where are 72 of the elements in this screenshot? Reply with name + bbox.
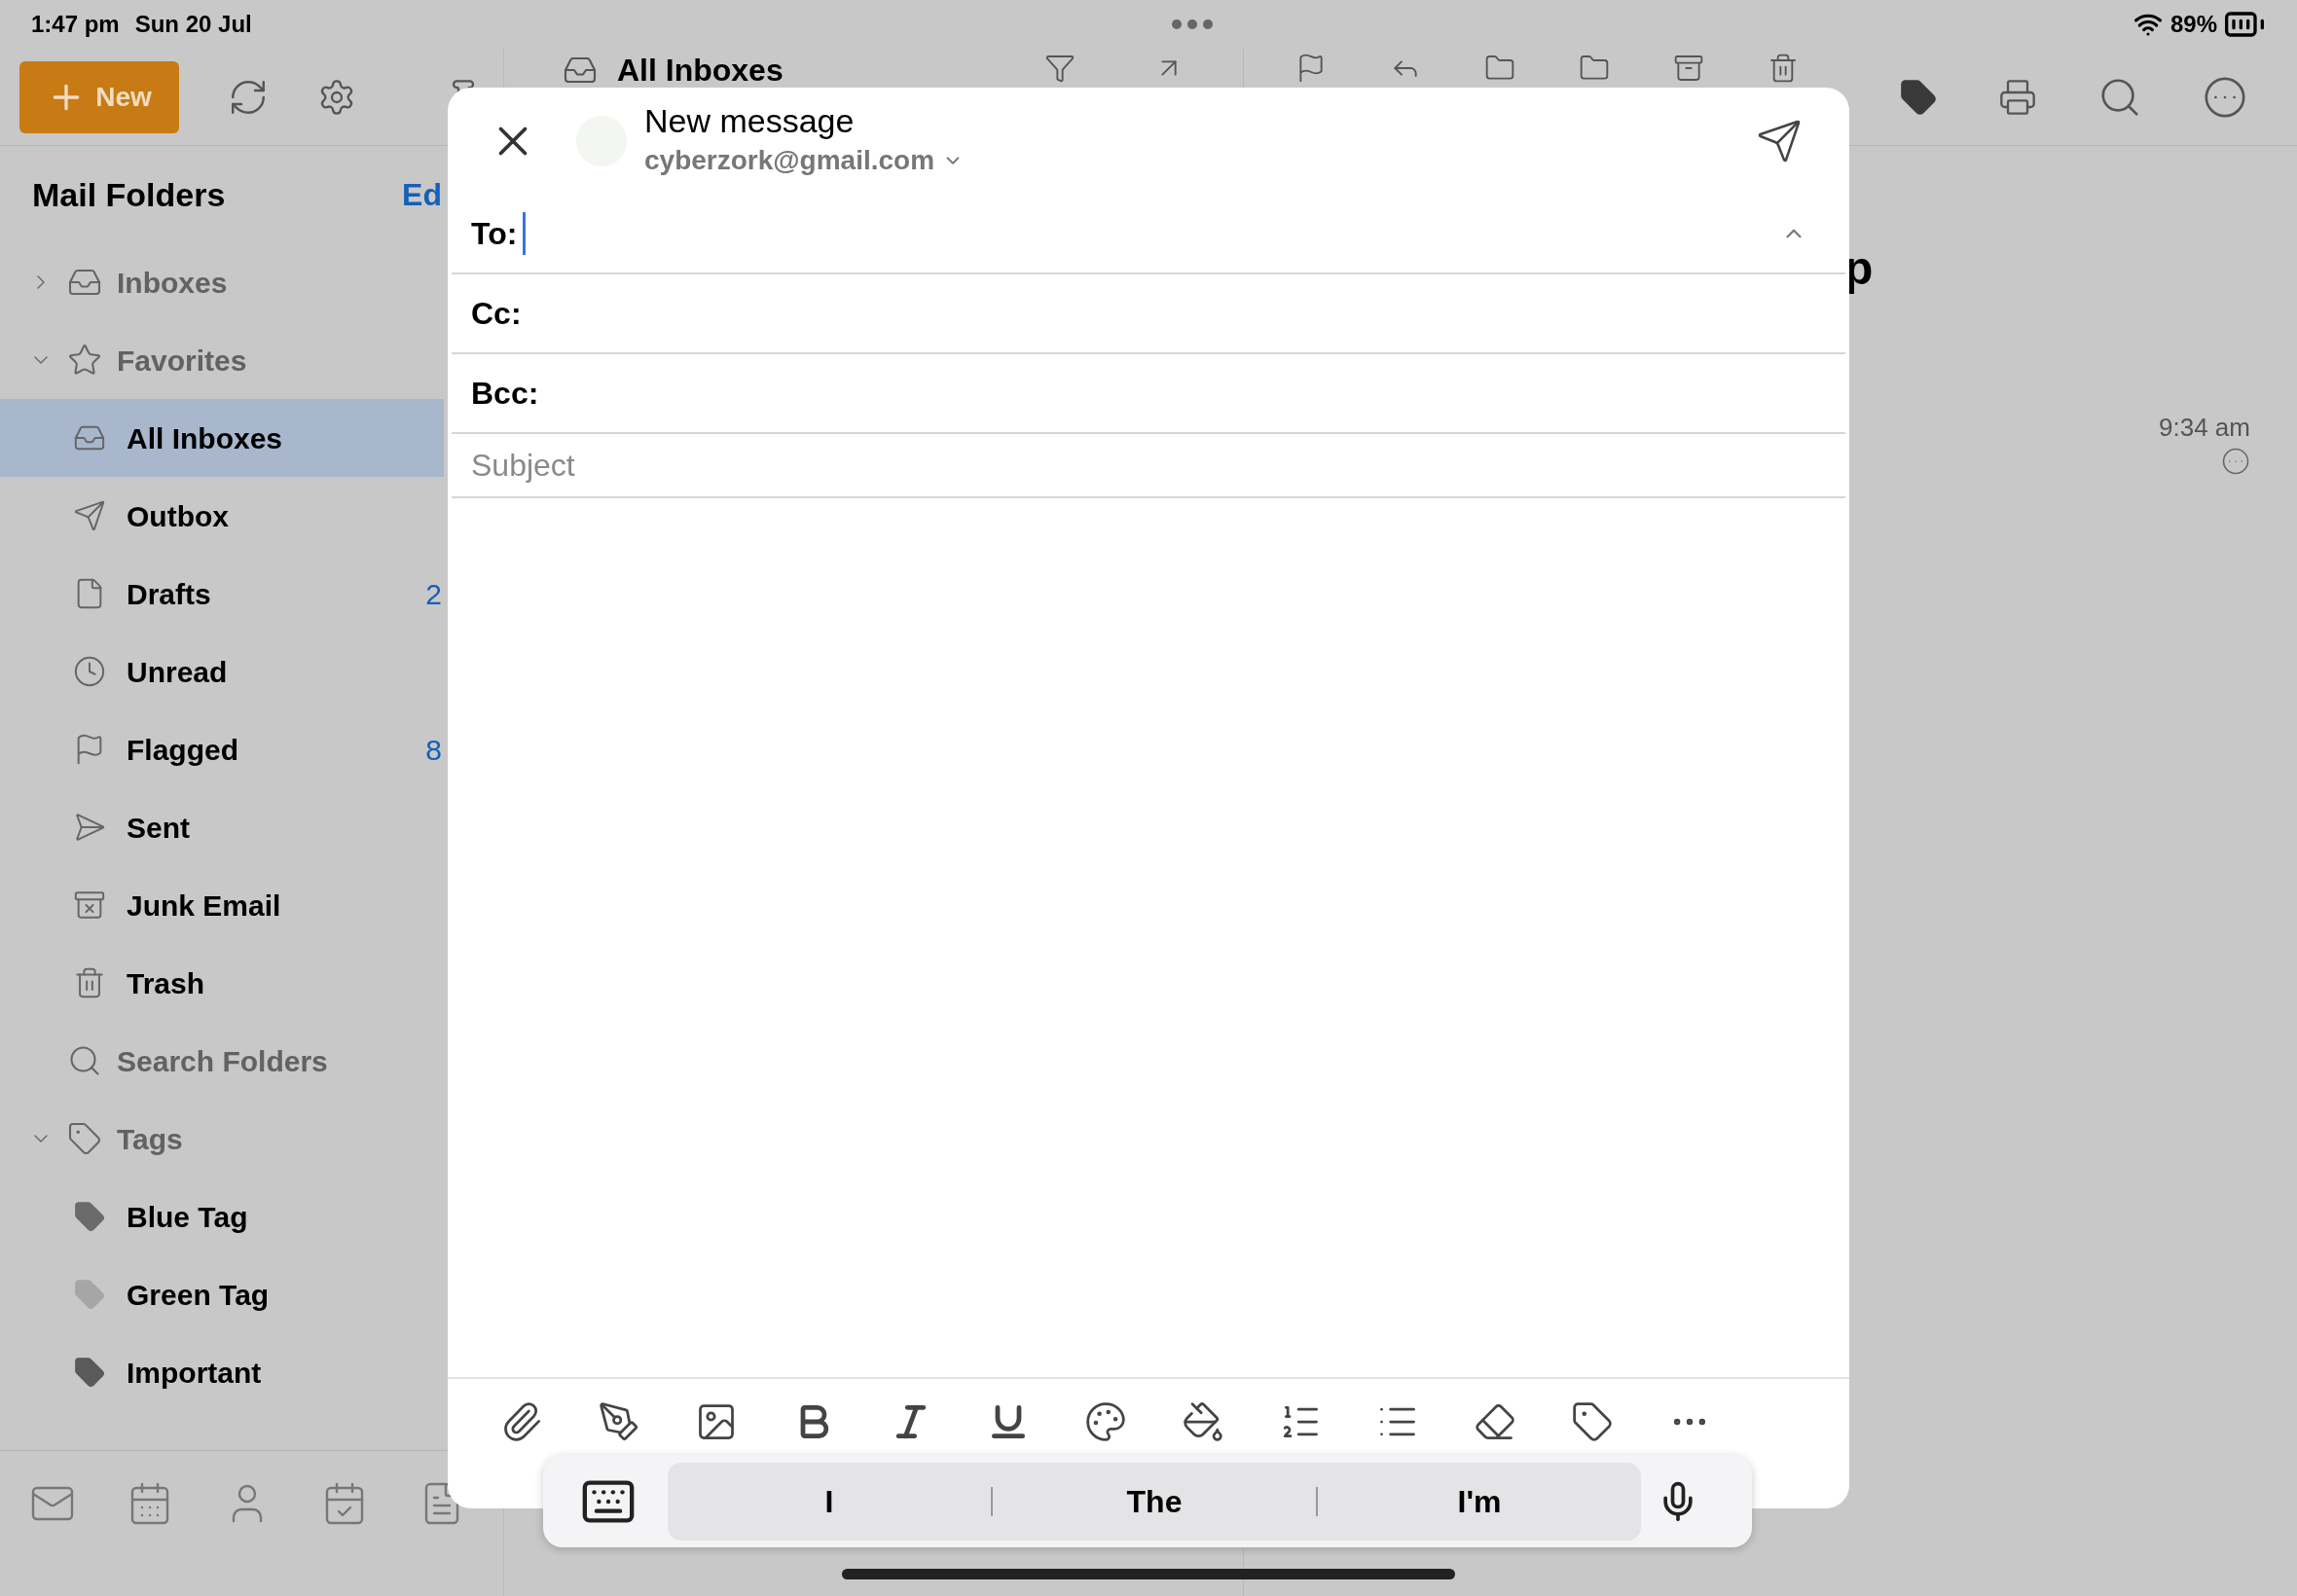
more-icon	[2221, 447, 2250, 476]
filter-icon	[1044, 53, 1076, 84]
folder-label: Green Tag	[127, 1277, 271, 1313]
group-label: Search Folders	[117, 1043, 328, 1079]
folder-group[interactable]: Inboxes	[0, 243, 444, 321]
folder-label: Unread	[127, 654, 229, 690]
paint-bucket-icon[interactable]	[1182, 1400, 1224, 1443]
folder-group[interactable]: Tags	[0, 1100, 444, 1178]
battery-percent: 89%	[2169, 10, 2217, 39]
archive-icon	[1672, 53, 1704, 84]
field-label: Bcc:	[471, 375, 539, 413]
multitask-dots-icon[interactable]	[1171, 18, 1215, 30]
folder-label: Outbox	[127, 498, 230, 534]
recipient-field[interactable]: Cc:	[452, 274, 1845, 354]
folder-label: Blue Tag	[127, 1199, 249, 1235]
star-icon	[67, 343, 102, 378]
folder-item[interactable]: Drafts 2	[0, 555, 444, 633]
suggestion-word[interactable]: I	[824, 1477, 834, 1525]
folder-label: All Inboxes	[127, 420, 284, 456]
group-label: Inboxes	[117, 265, 228, 301]
folder-item[interactable]: Trash	[0, 944, 444, 1022]
search-folders-item[interactable]: Search Folders	[0, 1022, 444, 1100]
folder-item[interactable]: Green Tag	[0, 1255, 444, 1333]
recipient-field[interactable]: Bcc:	[452, 354, 1845, 434]
edit-link[interactable]: Ed	[402, 171, 442, 218]
folder-group[interactable]: Favorites	[0, 321, 444, 399]
folder-label: Sent	[127, 810, 191, 846]
folder-count: 8	[425, 732, 442, 768]
folder-item[interactable]: Flagged 8	[0, 710, 444, 788]
folder-count: 2	[425, 576, 442, 612]
send-icon	[1756, 118, 1803, 164]
message-time: 9:34 am	[2159, 412, 2250, 444]
printer-icon	[1998, 77, 2037, 117]
folder-label: Junk Email	[127, 888, 282, 924]
folder-item[interactable]: Sent	[0, 788, 444, 866]
paper-plane-icon	[73, 499, 106, 532]
folder-item[interactable]: Important	[0, 1333, 444, 1411]
tag-icon[interactable]	[1571, 1400, 1614, 1443]
folder-item[interactable]: Blue Tag	[0, 1178, 444, 1255]
folder-item[interactable]: All Inboxes	[0, 399, 444, 477]
folder-label: Flagged	[127, 732, 239, 768]
folder-label: Trash	[127, 965, 206, 1001]
junk-box-icon	[73, 889, 106, 922]
palette-icon[interactable]	[1084, 1400, 1127, 1443]
field-label: Cc:	[471, 295, 522, 333]
subject-field[interactable]: Subject	[452, 434, 1845, 498]
account-selector[interactable]: cyberzork@gmail.com	[644, 140, 1756, 181]
clock-icon	[73, 655, 106, 688]
search-icon	[67, 1043, 102, 1078]
recipient-field[interactable]: To:	[452, 195, 1845, 274]
compose-title: New message	[644, 101, 856, 140]
suggestion-word[interactable]: The	[1126, 1477, 1183, 1525]
list-title: All Inboxes	[617, 53, 784, 88]
more-icon	[2203, 74, 2247, 120]
status-date: Sun 20 Jul	[134, 10, 252, 39]
send-button[interactable]	[1756, 118, 1803, 164]
sidebar-title: Mail Folders	[32, 174, 227, 215]
group-label: Favorites	[117, 343, 247, 379]
folder-label: Drafts	[127, 576, 212, 612]
pen-icon[interactable]	[598, 1400, 640, 1443]
trash-icon	[73, 966, 106, 999]
send-icon	[73, 811, 106, 844]
status-time: 1:47 pm	[31, 10, 120, 39]
folder-item[interactable]: Unread	[0, 633, 444, 710]
folder-item[interactable]: Outbox	[0, 477, 444, 555]
tag-icon	[67, 1121, 102, 1156]
group-label: Tags	[117, 1121, 183, 1157]
tag-icon	[1899, 77, 1938, 117]
folder-item[interactable]: Junk Email	[0, 866, 444, 944]
field-label: To:	[471, 215, 518, 253]
folder-label: Important	[127, 1355, 263, 1391]
suggestion-word[interactable]: I'm	[1457, 1477, 1502, 1525]
